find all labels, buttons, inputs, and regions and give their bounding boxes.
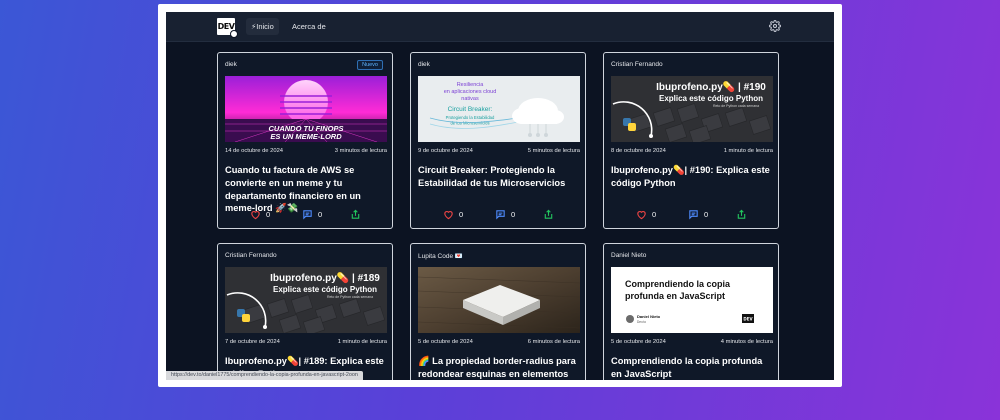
card-date: 5 de octubre de 2024: [611, 339, 666, 345]
comment-count: 0: [318, 210, 323, 219]
cover-text-line: Comprendiendo la copia: [625, 279, 731, 289]
card-title[interactable]: Comprendiendo la copia profunda en JavaS…: [611, 355, 771, 380]
card-actions: 0 0: [604, 209, 778, 223]
card-cover-image[interactable]: [418, 267, 580, 333]
cover-text-line: Resiliencia: [457, 82, 485, 88]
cover-text-line: Circuit Breaker:: [448, 106, 493, 113]
card-author[interactable]: Daniel Nieto: [611, 252, 646, 259]
card-cover-image[interactable]: CUANDO TU FINOPS ES UN MEME-LORD: [225, 76, 387, 142]
top-navbar: DEV ⚡Inicio Acerca de: [166, 12, 834, 42]
cover-text-line: Daniel Nieto: [637, 314, 661, 319]
cover-text-line: Explica este código Python: [273, 285, 377, 294]
cover-text-line: Ibuprofeno.py💊 | #190: [656, 80, 766, 93]
article-card[interactable]: diek Resiliencia en aplicaciones cloud n…: [410, 52, 586, 229]
card-author[interactable]: Cristian Fernando: [225, 252, 277, 259]
card-cover-image[interactable]: Ibuprofeno.py💊 | #190 Explica este códig…: [611, 76, 773, 142]
comment-count: 0: [704, 210, 709, 219]
like-count: 0: [266, 210, 271, 219]
card-actions: 0 0: [411, 209, 585, 223]
card-date: 9 de octubre de 2024: [418, 148, 473, 154]
card-reading-time: 1 minuto de lectura: [723, 148, 773, 154]
like-count: 0: [652, 210, 657, 219]
card-title[interactable]: Circuit Breaker: Protegiendo la Estabili…: [418, 164, 578, 190]
cover-text-line: en aplicaciones cloud: [444, 89, 497, 95]
card-reading-time: 3 minutos de lectura: [334, 148, 387, 154]
card-reading-time: 6 minutos de lectura: [527, 339, 580, 345]
comment-icon: [496, 210, 505, 220]
card-date: 8 de octubre de 2024: [611, 148, 666, 154]
cover-text-line: ES UN MEME-LORD: [270, 132, 342, 141]
share-icon: [544, 209, 553, 219]
card-cover-image[interactable]: Comprendiendo la copia profunda en JavaS…: [611, 267, 773, 333]
comment-count: 0: [511, 210, 516, 219]
new-badge: Nuevo: [357, 60, 383, 70]
cover-text-line: Ibuprofeno.py💊 | #189: [270, 271, 380, 284]
nav-item-inicio[interactable]: ⚡Inicio: [246, 18, 279, 35]
share-icon: [737, 209, 746, 219]
nav-item-acerca-de[interactable]: Acerca de: [287, 18, 331, 35]
cover-text-line: Protegiendo la Estabilidad: [446, 115, 495, 120]
heart-icon: [637, 210, 646, 220]
card-reading-time: 1 minuto de lectura: [337, 339, 387, 345]
article-card[interactable]: Cristian Fernando: [603, 52, 779, 229]
cover-text-line: Reto de Python cada semana: [327, 295, 373, 299]
card-author[interactable]: diek: [225, 61, 237, 68]
card-author[interactable]: diek: [418, 61, 430, 68]
like-count: 0: [459, 210, 464, 219]
logo-status-dot: [230, 30, 238, 38]
card-author[interactable]: Lupita Code 💌: [418, 252, 463, 260]
article-card[interactable]: Cristian Fernando: [217, 243, 393, 380]
article-card[interactable]: diek Nuevo CUANDO TU FINOPS ES UN MEME-L…: [217, 52, 393, 229]
card-title[interactable]: Cuando tu factura de AWS se convierte en…: [225, 164, 385, 215]
card-reading-time: 4 minutos de lectura: [720, 339, 773, 345]
link-preview-statusbar: https://dev.to/daniel1775/comprendiendo-…: [166, 371, 363, 380]
cover-text-line: de tus Microservicios: [450, 121, 489, 126]
comment-icon: [303, 210, 312, 220]
comment-icon: [689, 210, 698, 220]
heart-icon: [251, 210, 260, 220]
cover-text-line: profunda en JavaScript: [625, 291, 725, 301]
cover-text-line: Reto de Python cada semana: [713, 104, 759, 108]
card-date: 7 de octubre de 2024: [225, 339, 280, 345]
article-card[interactable]: Lupita Code 💌 5 de octubre de 2024 6 min…: [410, 243, 586, 380]
article-card[interactable]: Daniel Nieto Comprendiendo la copia prof…: [603, 243, 779, 380]
share-icon: [351, 209, 360, 219]
cover-text-line: Dev.to: [637, 320, 646, 324]
card-cover-image[interactable]: Ibuprofeno.py💊 | #189 Explica este códig…: [225, 267, 387, 333]
cover-text-line: nativas: [461, 96, 479, 102]
heart-icon: [444, 210, 453, 220]
cover-text-line: DEV: [743, 317, 753, 322]
gear-icon[interactable]: [769, 20, 781, 32]
cover-text-line: Explica este código Python: [659, 94, 763, 103]
card-reading-time: 5 minutos de lectura: [527, 148, 580, 154]
card-title[interactable]: 🌈 La propiedad border-radius para redond…: [418, 355, 578, 380]
card-cover-image[interactable]: Resiliencia en aplicaciones cloud nativa…: [418, 76, 580, 142]
card-actions: 0 0: [218, 209, 392, 223]
card-title[interactable]: Ibuprofeno.py💊| #190: Explica este códig…: [611, 164, 771, 190]
card-date: 5 de octubre de 2024: [418, 339, 473, 345]
app-window: DEV ⚡Inicio Acerca de diek Nuevo CUANDO …: [166, 12, 834, 380]
card-author[interactable]: Cristian Fernando: [611, 61, 663, 68]
card-date: 14 de octubre de 2024: [225, 148, 284, 154]
